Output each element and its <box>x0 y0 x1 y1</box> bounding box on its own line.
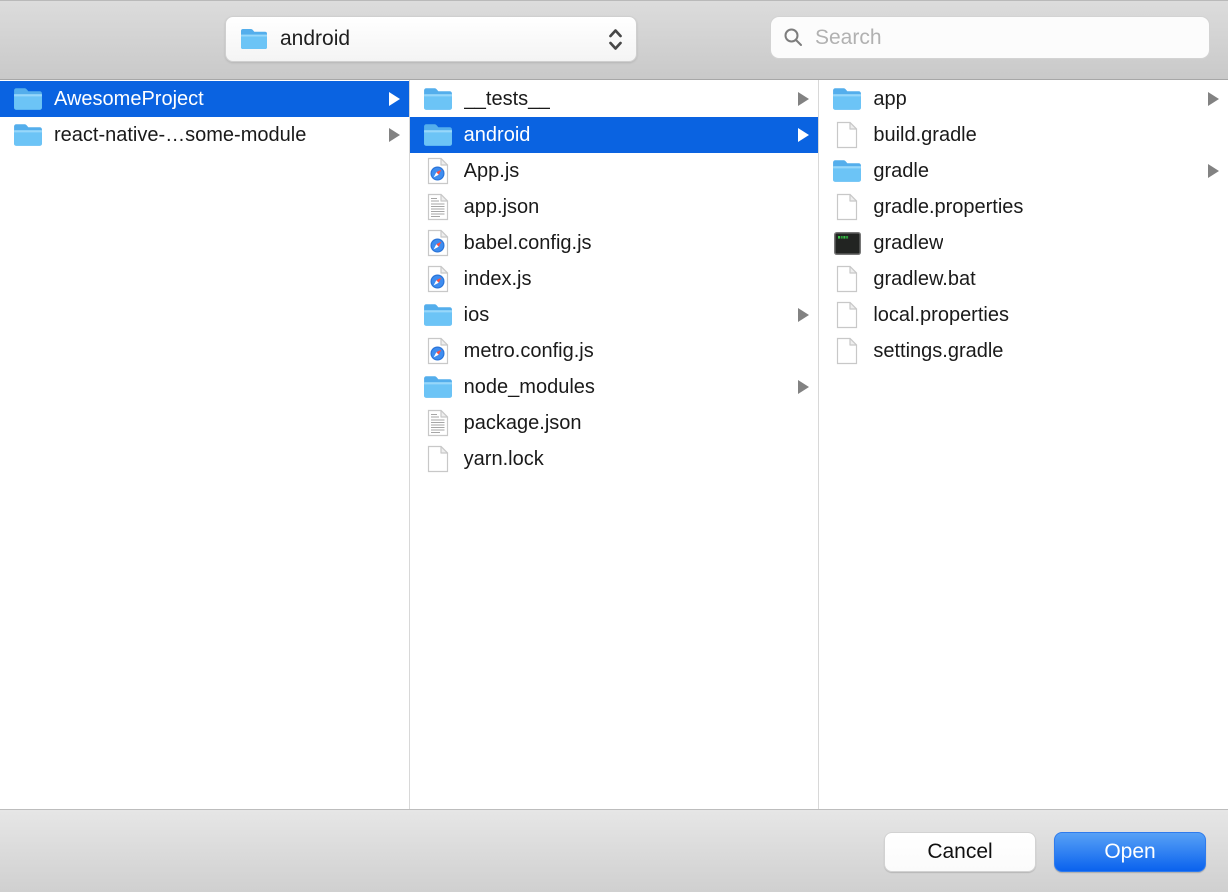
search-input[interactable] <box>813 25 1197 51</box>
disclosure-arrow-icon <box>389 128 400 142</box>
file-row[interactable]: gradle.properties <box>819 189 1228 225</box>
js-file-icon <box>423 228 453 258</box>
file-row[interactable]: yarn.lock <box>410 441 819 477</box>
folder-row[interactable]: node_modules <box>410 369 819 405</box>
file-row[interactable]: babel.config.js <box>410 225 819 261</box>
item-label: ios <box>464 304 490 327</box>
text-file-icon <box>423 192 453 222</box>
directory-dropdown[interactable]: android <box>225 16 637 62</box>
item-label: react-native-…some-module <box>54 124 306 147</box>
item-label: app <box>873 88 906 111</box>
folder-icon <box>832 84 862 114</box>
folder-row[interactable]: android <box>410 117 819 153</box>
folder-icon <box>423 300 453 330</box>
item-label: app.json <box>464 196 540 219</box>
item-label: node_modules <box>464 376 595 399</box>
folder-row[interactable]: AwesomeProject <box>0 81 409 117</box>
folder-row[interactable]: __tests__ <box>410 81 819 117</box>
item-label: AwesomeProject <box>54 88 204 111</box>
disclosure-arrow-icon <box>389 92 400 106</box>
item-label: gradle <box>873 160 929 183</box>
item-label: local.properties <box>873 304 1009 327</box>
folder-icon <box>240 27 268 51</box>
folder-row[interactable]: ios <box>410 297 819 333</box>
disclosure-arrow-icon <box>798 380 809 394</box>
item-label: gradlew.bat <box>873 268 975 291</box>
file-browser: AwesomeProjectreact-native-…some-module … <box>0 80 1228 809</box>
item-label: __tests__ <box>464 88 551 111</box>
disclosure-arrow-icon <box>798 92 809 106</box>
file-row[interactable]: build.gradle <box>819 117 1228 153</box>
item-label: App.js <box>464 160 520 183</box>
blank-file-icon <box>423 444 453 474</box>
item-label: gradlew <box>873 232 943 255</box>
item-label: index.js <box>464 268 532 291</box>
file-row[interactable]: App.js <box>410 153 819 189</box>
file-row[interactable]: metro.config.js <box>410 333 819 369</box>
blank-file-icon <box>832 192 862 222</box>
file-row[interactable]: gradlew <box>819 225 1228 261</box>
file-row[interactable]: local.properties <box>819 297 1228 333</box>
js-file-icon <box>423 336 453 366</box>
toolbar: android <box>0 0 1228 80</box>
exec-file-icon <box>832 228 862 258</box>
open-button[interactable]: Open <box>1054 832 1206 872</box>
folder-row[interactable]: app <box>819 81 1228 117</box>
blank-file-icon <box>832 120 862 150</box>
item-label: package.json <box>464 412 582 435</box>
js-file-icon <box>423 264 453 294</box>
js-file-icon <box>423 156 453 186</box>
disclosure-arrow-icon <box>1208 164 1219 178</box>
text-file-icon <box>423 408 453 438</box>
item-label: settings.gradle <box>873 340 1003 363</box>
browser-column-3[interactable]: app build.gradle gradle gradle.properties gr… <box>819 80 1228 809</box>
disclosure-arrow-icon <box>1208 92 1219 106</box>
item-label: metro.config.js <box>464 340 594 363</box>
disclosure-arrow-icon <box>798 128 809 142</box>
folder-icon <box>13 84 43 114</box>
item-label: babel.config.js <box>464 232 592 255</box>
chevron-up-down-icon <box>607 26 624 53</box>
file-row[interactable]: app.json <box>410 189 819 225</box>
cancel-button[interactable]: Cancel <box>884 832 1036 872</box>
browser-column-1[interactable]: AwesomeProject react-native-…some-module <box>0 80 410 809</box>
folder-icon <box>13 120 43 150</box>
file-row[interactable]: package.json <box>410 405 819 441</box>
dialog-footer: Cancel Open <box>0 809 1228 892</box>
file-row[interactable]: gradlew.bat <box>819 261 1228 297</box>
folder-icon <box>423 120 453 150</box>
search-field[interactable] <box>770 16 1210 59</box>
item-label: gradle.properties <box>873 196 1023 219</box>
file-row[interactable]: index.js <box>410 261 819 297</box>
file-row[interactable]: settings.gradle <box>819 333 1228 369</box>
directory-dropdown-value: android <box>280 27 350 51</box>
folder-icon <box>423 372 453 402</box>
blank-file-icon <box>832 264 862 294</box>
folder-icon <box>832 156 862 186</box>
blank-file-icon <box>832 336 862 366</box>
folder-row[interactable]: react-native-…some-module <box>0 117 409 153</box>
folder-icon <box>423 84 453 114</box>
item-label: android <box>464 124 531 147</box>
browser-column-2[interactable]: __tests__android App.js app.json babel.conf… <box>410 80 820 809</box>
blank-file-icon <box>832 300 862 330</box>
item-label: yarn.lock <box>464 448 544 471</box>
search-icon <box>783 27 804 48</box>
item-label: build.gradle <box>873 124 976 147</box>
disclosure-arrow-icon <box>798 308 809 322</box>
folder-row[interactable]: gradle <box>819 153 1228 189</box>
